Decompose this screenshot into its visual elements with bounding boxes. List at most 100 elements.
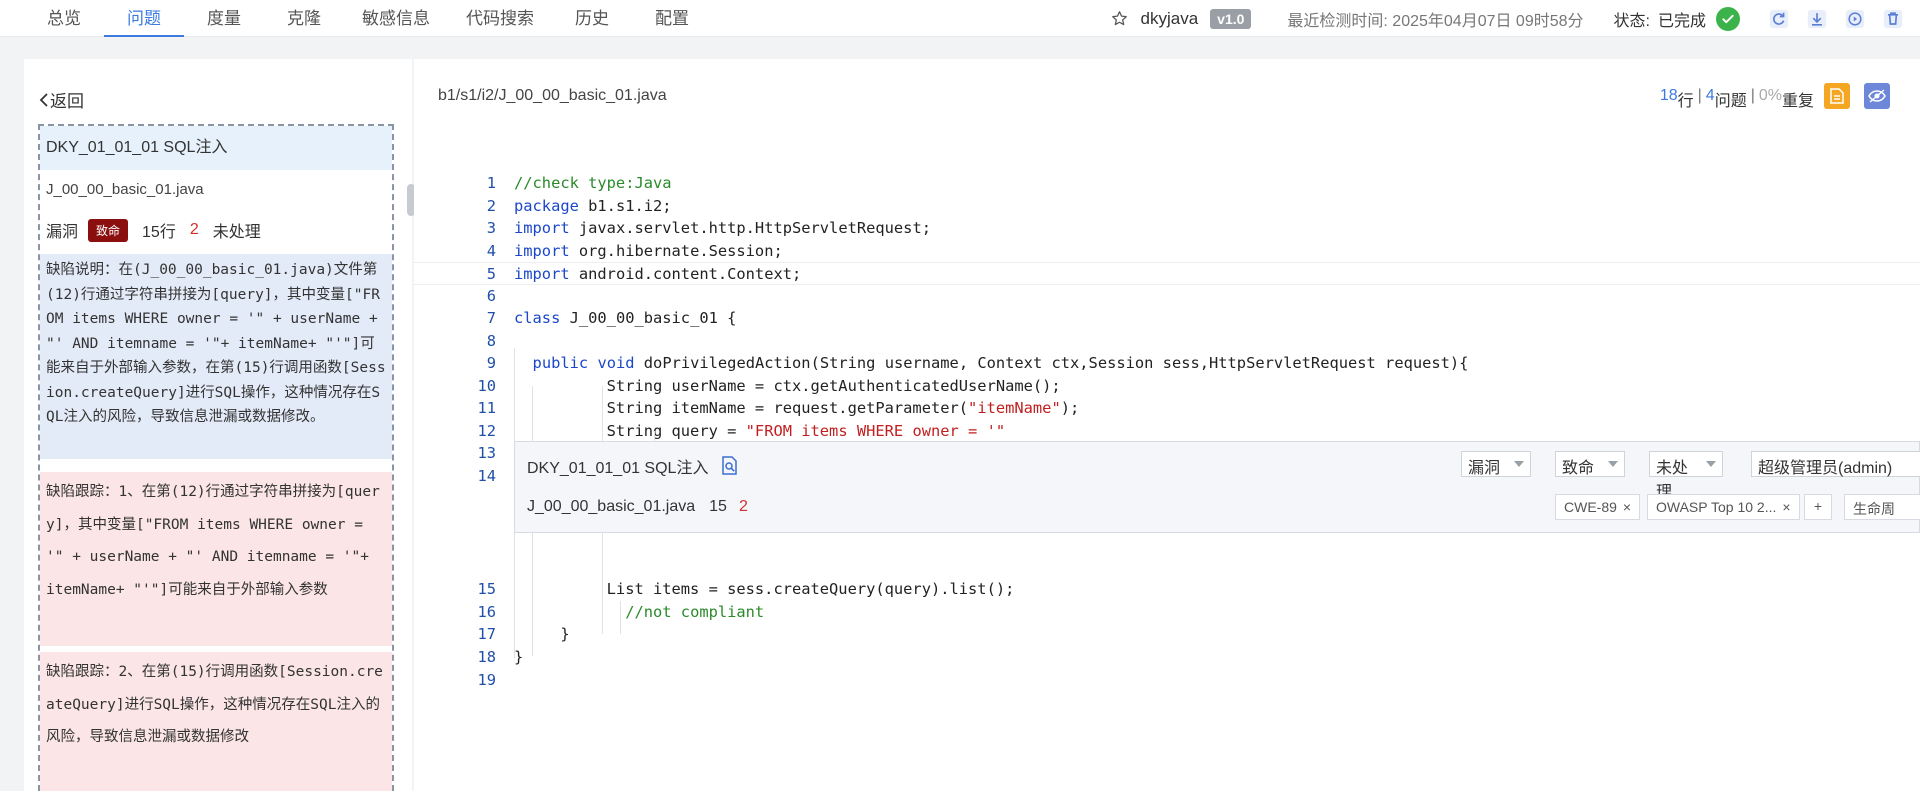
add-tag-button[interactable]: + bbox=[1804, 494, 1832, 520]
line-number[interactable]: 14 bbox=[456, 465, 496, 488]
code-line[interactable]: 12 String query = "FROM items WHERE owne… bbox=[414, 420, 1920, 443]
widget-title-text: DKY_01_01_01 SQL注入 bbox=[527, 460, 709, 477]
issue-trace-1[interactable]: 缺陷跟踪：1、在第(12)行通过字符串拼接为[query]，其中变量["FROM… bbox=[40, 472, 392, 646]
eye-icon[interactable] bbox=[1864, 83, 1890, 109]
code-text: public void doPrivilegedAction(String us… bbox=[514, 352, 1469, 375]
tag-owasp[interactable]: OWASP Top 10 2... × bbox=[1647, 494, 1800, 520]
code-line[interactable]: 6 bbox=[414, 285, 1920, 308]
tag-cwe-label: CWE-89 bbox=[1564, 499, 1617, 515]
project-name[interactable]: dkyjava bbox=[1141, 9, 1199, 29]
tab-code-search[interactable]: 代码搜索 bbox=[448, 0, 552, 37]
top-navigation: 总览 问题 度量 克隆 敏感信息 代码搜索 历史 配置 dkyjava v1.0… bbox=[0, 0, 1920, 37]
code-line[interactable]: 16 //not compliant bbox=[414, 601, 1920, 624]
assignee-select[interactable]: 超级管理员(admin) bbox=[1751, 451, 1920, 477]
tab-metrics[interactable]: 度量 bbox=[184, 0, 264, 37]
download-icon[interactable] bbox=[1806, 8, 1828, 30]
code-token: String itemName = request.getParameter( bbox=[514, 399, 969, 417]
issue-total: 4 bbox=[1705, 87, 1715, 104]
status-value: 已完成 bbox=[1657, 12, 1706, 30]
lifecycle-button[interactable]: 生命周 bbox=[1844, 494, 1920, 520]
code-line[interactable]: 18} bbox=[414, 646, 1920, 669]
tab-bar: 总览 问题 度量 克隆 敏感信息 代码搜索 历史 配置 bbox=[24, 0, 712, 37]
code-line[interactable]: 5 import android.content.Context; bbox=[414, 262, 1920, 285]
line-number[interactable]: 3 bbox=[456, 217, 496, 240]
code-line[interactable]: 11 String itemName = request.getParamete… bbox=[414, 397, 1920, 420]
code-token: android.content.Context; bbox=[569, 265, 802, 283]
tag-owasp-label: OWASP Top 10 2... bbox=[1656, 499, 1777, 515]
code-line[interactable]: 19 bbox=[414, 669, 1920, 692]
line-number[interactable]: 18 bbox=[456, 646, 496, 669]
code-token: List items = sess.createQuery(query).lis… bbox=[514, 580, 1015, 598]
code-token: javax.servlet.http.HttpServletRequest; bbox=[569, 219, 931, 237]
code-token: "FROM items WHERE owner = '" bbox=[745, 422, 1006, 440]
line-number[interactable]: 9 bbox=[456, 352, 496, 375]
chevron-down-icon bbox=[1608, 461, 1618, 467]
code-token: void bbox=[597, 354, 635, 372]
delete-icon[interactable] bbox=[1882, 8, 1904, 30]
line-number[interactable]: 19 bbox=[456, 669, 496, 692]
issue-total-unit: 问题 bbox=[1714, 93, 1747, 110]
line-number[interactable]: 17 bbox=[456, 623, 496, 646]
line-number[interactable]: 13 bbox=[456, 442, 496, 465]
line-number[interactable]: 6 bbox=[456, 285, 496, 308]
state-select[interactable]: 未处理 bbox=[1649, 451, 1723, 501]
code-token: public bbox=[532, 354, 589, 372]
search-doc-icon[interactable] bbox=[720, 456, 740, 476]
check-icon bbox=[1716, 6, 1740, 31]
tab-issues[interactable]: 问题 bbox=[104, 0, 184, 37]
line-number[interactable]: 2 bbox=[456, 195, 496, 218]
line-number[interactable]: 16 bbox=[456, 601, 496, 624]
issue-trace-2[interactable]: 缺陷跟踪：2、在第(15)行调用函数[Session.createQuery]进… bbox=[40, 652, 392, 791]
code-line[interactable]: 10 String userName = ctx.getAuthenticate… bbox=[414, 375, 1920, 398]
line-number[interactable]: 12 bbox=[456, 420, 496, 443]
severity-select-value: 致命 bbox=[1562, 460, 1595, 477]
code-token: //not compliant bbox=[625, 603, 765, 621]
issue-card-title: DKY_01_01_01 SQL注入 bbox=[40, 126, 392, 170]
issue-card-file: J_00_00_basic_01.java bbox=[46, 181, 204, 198]
code-token: b1.s1.i2; bbox=[578, 197, 672, 215]
version-badge: v1.0 bbox=[1210, 8, 1252, 29]
line-number[interactable]: 5 bbox=[456, 263, 496, 286]
line-number[interactable]: 10 bbox=[456, 375, 496, 398]
issue-card[interactable]: DKY_01_01_01 SQL注入 J_00_00_basic_01.java… bbox=[38, 124, 394, 791]
assignee-value: 超级管理员(admin) bbox=[1758, 460, 1893, 477]
close-icon[interactable]: × bbox=[1782, 499, 1790, 515]
code-line[interactable]: 2 package b1.s1.i2; bbox=[414, 195, 1920, 218]
close-icon[interactable]: × bbox=[1623, 499, 1631, 515]
code-line[interactable]: 4 import org.hibernate.Session; bbox=[414, 240, 1920, 263]
document-icon[interactable] bbox=[1824, 83, 1850, 109]
tab-clones[interactable]: 克隆 bbox=[264, 0, 344, 37]
line-number[interactable]: 8 bbox=[456, 330, 496, 353]
back-button[interactable]: 返回 bbox=[38, 87, 84, 112]
code-line[interactable]: 1 //check type:Java bbox=[414, 172, 1920, 195]
lifecycle-label: 生命周 bbox=[1853, 501, 1895, 517]
dup-rate: 0% bbox=[1758, 87, 1782, 104]
tag-cwe[interactable]: CWE-89 × bbox=[1555, 494, 1641, 520]
code-line[interactable]: 15 List items = sess.createQuery(query).… bbox=[414, 578, 1920, 601]
play-icon[interactable] bbox=[1844, 8, 1866, 30]
line-number[interactable]: 7 bbox=[456, 307, 496, 330]
code-text: List items = sess.createQuery(query).lis… bbox=[514, 578, 1015, 601]
issue-lines: 15行 bbox=[142, 224, 176, 241]
line-number[interactable]: 15 bbox=[456, 578, 496, 601]
code-token: } bbox=[514, 648, 524, 666]
star-icon[interactable] bbox=[1111, 10, 1131, 27]
type-select-value: 漏洞 bbox=[1468, 460, 1501, 477]
code-line[interactable]: 8 bbox=[414, 330, 1920, 353]
tab-history[interactable]: 历史 bbox=[552, 0, 632, 37]
code-token: import bbox=[514, 242, 570, 260]
line-number[interactable]: 1 bbox=[456, 172, 496, 195]
code-line[interactable]: 3 import javax.servlet.http.HttpServletRe… bbox=[414, 217, 1920, 240]
code-line[interactable]: 7 class J_00_00_basic_01 { bbox=[414, 307, 1920, 330]
tab-config[interactable]: 配置 bbox=[632, 0, 712, 37]
code-line[interactable]: 9 public void doPrivilegedAction(String … bbox=[414, 352, 1920, 375]
severity-select[interactable]: 致命 bbox=[1555, 451, 1625, 477]
refresh-icon[interactable] bbox=[1768, 8, 1790, 30]
line-number[interactable]: 11 bbox=[456, 397, 496, 420]
code-line[interactable]: 17 } bbox=[414, 623, 1920, 646]
type-select[interactable]: 漏洞 bbox=[1461, 451, 1531, 477]
tab-overview[interactable]: 总览 bbox=[24, 0, 104, 37]
tab-sensitive-info[interactable]: 敏感信息 bbox=[344, 0, 448, 37]
line-count-unit: 行 bbox=[1677, 93, 1694, 110]
line-number[interactable]: 4 bbox=[456, 240, 496, 263]
